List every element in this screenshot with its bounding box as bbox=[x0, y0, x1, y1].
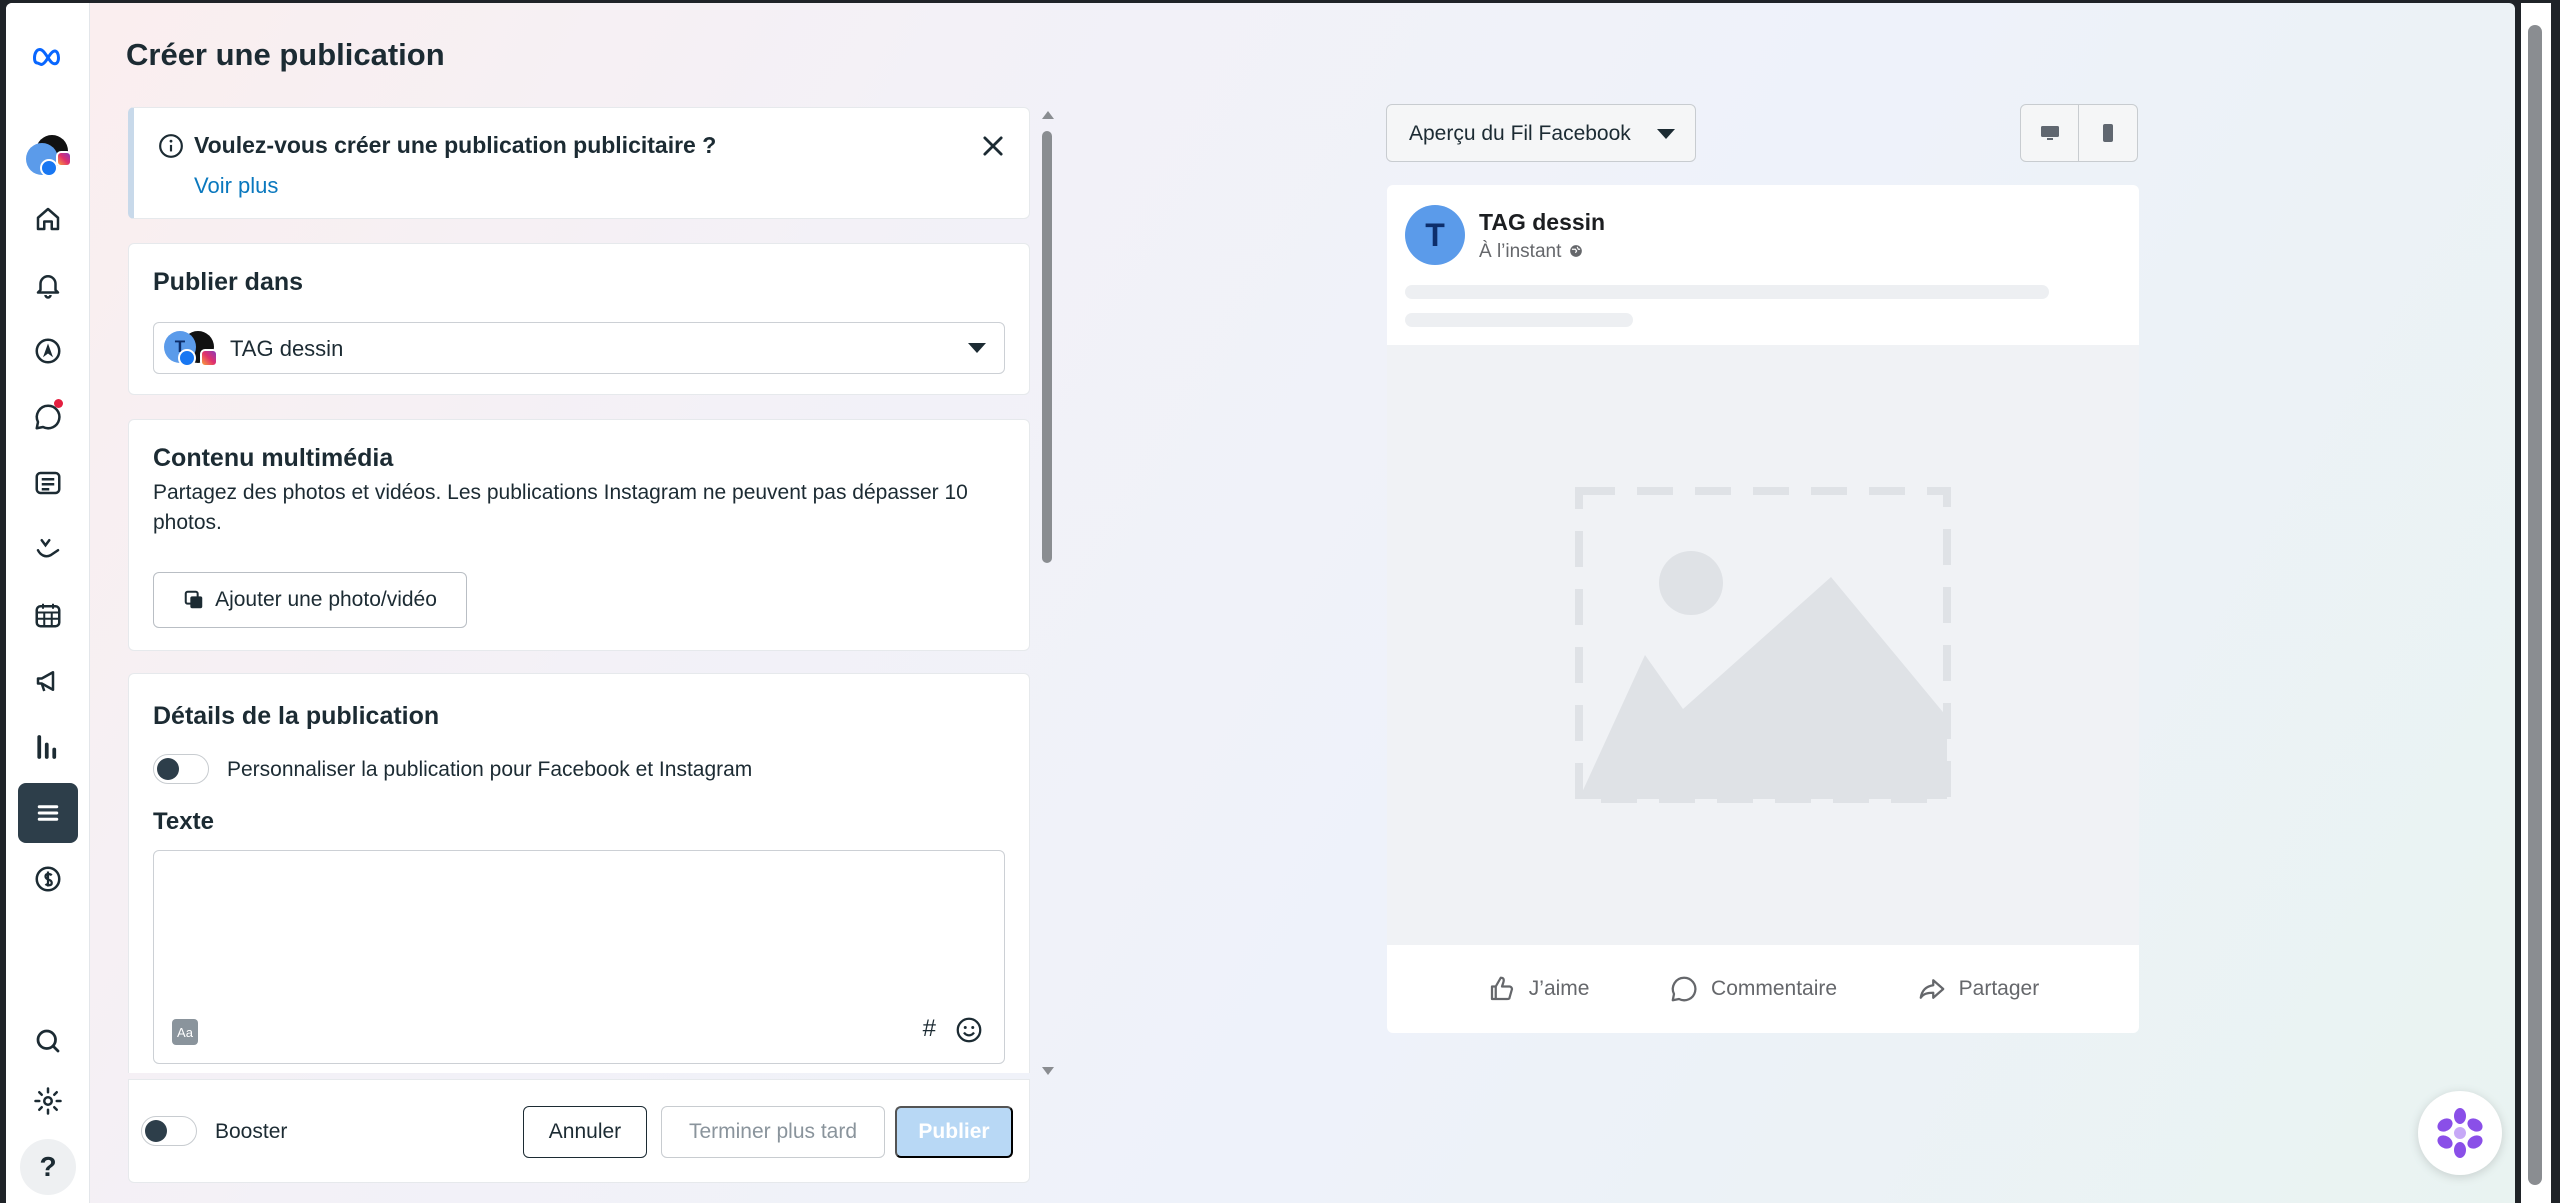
notification-dot bbox=[54, 399, 63, 408]
mobile-icon[interactable] bbox=[2079, 105, 2137, 161]
share-icon bbox=[1919, 979, 1945, 999]
gear-icon[interactable] bbox=[18, 1071, 78, 1131]
content-icon[interactable] bbox=[18, 453, 78, 513]
add-photo-video-button[interactable]: Ajouter une photo/vidéo bbox=[153, 572, 467, 628]
cancel-button[interactable]: Annuler bbox=[523, 1106, 647, 1158]
text-format-icon[interactable]: Aa bbox=[172, 1019, 198, 1045]
account-select[interactable]: T TAG dessin bbox=[153, 322, 1005, 374]
hashtag-icon[interactable]: # bbox=[923, 1015, 936, 1043]
text-placeholder-line bbox=[1405, 313, 1633, 327]
profile-avatar[interactable] bbox=[18, 127, 78, 187]
text-label: Texte bbox=[153, 808, 214, 835]
page-avatar: T bbox=[1405, 205, 1465, 265]
left-navigation-rail: ? bbox=[6, 3, 90, 1203]
device-toggle bbox=[2020, 104, 2138, 162]
page-title: Créer une publication bbox=[126, 37, 445, 72]
info-icon bbox=[159, 134, 183, 158]
add-media-label: Ajouter une photo/vidéo bbox=[215, 588, 437, 611]
meta-logo-icon[interactable] bbox=[18, 27, 78, 87]
dollar-icon[interactable] bbox=[18, 849, 78, 909]
chevron-down-icon bbox=[968, 343, 986, 353]
planner-icon[interactable] bbox=[18, 519, 78, 579]
chat-icon[interactable] bbox=[18, 387, 78, 447]
comment-icon bbox=[1671, 976, 1697, 1002]
page-name: TAG dessin bbox=[1479, 209, 1606, 235]
post-preview-card: T TAG dessin À l’instant J’aime Commenta… bbox=[1387, 185, 2139, 1033]
facebook-icon bbox=[178, 349, 196, 367]
ad-info-banner: Voulez-vous créer une publication public… bbox=[128, 107, 1030, 219]
home-icon[interactable] bbox=[18, 189, 78, 249]
calendar-icon[interactable] bbox=[18, 585, 78, 645]
window-scrollbar[interactable] bbox=[2521, 3, 2551, 1203]
help-icon[interactable]: ? bbox=[18, 1137, 78, 1197]
like-action[interactable]: J’aime bbox=[1487, 974, 1589, 1004]
photo-video-icon bbox=[184, 590, 203, 609]
desktop-icon[interactable] bbox=[2021, 105, 2080, 161]
megaphone-icon[interactable] bbox=[18, 651, 78, 711]
media-title: Contenu multimédia bbox=[153, 444, 394, 472]
preview-select-label: Aperçu du Fil Facebook bbox=[1409, 122, 1631, 145]
selected-account: TAG dessin bbox=[230, 336, 344, 361]
image-placeholder bbox=[1387, 345, 2139, 945]
chevron-down-icon bbox=[1657, 129, 1675, 139]
menu-icon[interactable] bbox=[18, 783, 78, 843]
instagram-icon bbox=[200, 349, 218, 367]
assistant-button[interactable] bbox=[2418, 1091, 2502, 1175]
customize-toggle[interactable] bbox=[153, 754, 209, 784]
account-avatar: T bbox=[164, 331, 224, 367]
form-scrollbar[interactable] bbox=[1040, 107, 1056, 1075]
media-section: Contenu multimédia Partagez des photos e… bbox=[128, 419, 1030, 651]
finish-later-button[interactable]: Terminer plus tard bbox=[661, 1106, 885, 1158]
media-description: Partagez des photos et vidéos. Les publi… bbox=[153, 481, 968, 534]
insights-icon[interactable] bbox=[18, 717, 78, 777]
comment-action[interactable]: Commentaire bbox=[1669, 974, 1837, 1004]
image-placeholder-icon bbox=[1575, 487, 1951, 803]
compass-icon[interactable] bbox=[18, 321, 78, 381]
text-placeholder-line bbox=[1405, 285, 2049, 299]
post-text-input[interactable]: Aa # bbox=[153, 850, 1005, 1064]
see-more-link[interactable]: Voir plus bbox=[194, 173, 278, 199]
emoji-icon[interactable] bbox=[954, 1015, 984, 1045]
publish-in-title: Publier dans bbox=[153, 268, 304, 296]
assistant-flower-icon bbox=[2437, 1108, 2483, 1158]
publish-button[interactable]: Publier bbox=[895, 1106, 1013, 1158]
customize-label: Personnaliser la publication pour Facebo… bbox=[227, 758, 753, 781]
close-icon[interactable] bbox=[979, 132, 1007, 160]
search-icon[interactable] bbox=[18, 1011, 78, 1071]
post-time: À l’instant bbox=[1479, 241, 1583, 263]
globe-icon bbox=[1569, 245, 1582, 257]
details-title: Détails de la publication bbox=[153, 702, 440, 730]
bell-icon[interactable] bbox=[18, 255, 78, 315]
action-footer: Booster Annuler Terminer plus tard Publi… bbox=[128, 1079, 1030, 1183]
post-details-section: Détails de la publication Personnaliser … bbox=[128, 673, 1030, 1073]
preview-select[interactable]: Aperçu du Fil Facebook bbox=[1386, 104, 1696, 162]
boost-label: Booster bbox=[215, 1120, 288, 1143]
thumbs-up-icon bbox=[1490, 976, 1513, 1001]
app-window: ? Créer une publication Voulez-vous crée… bbox=[6, 3, 2515, 1203]
post-actions: J’aime Commentaire Partager bbox=[1387, 945, 2139, 1033]
boost-toggle[interactable] bbox=[141, 1116, 197, 1146]
publish-in-section: Publier dans T TAG dessin bbox=[128, 243, 1030, 395]
banner-title: Voulez-vous créer une publication public… bbox=[194, 132, 717, 158]
share-action[interactable]: Partager bbox=[1917, 974, 2039, 1004]
